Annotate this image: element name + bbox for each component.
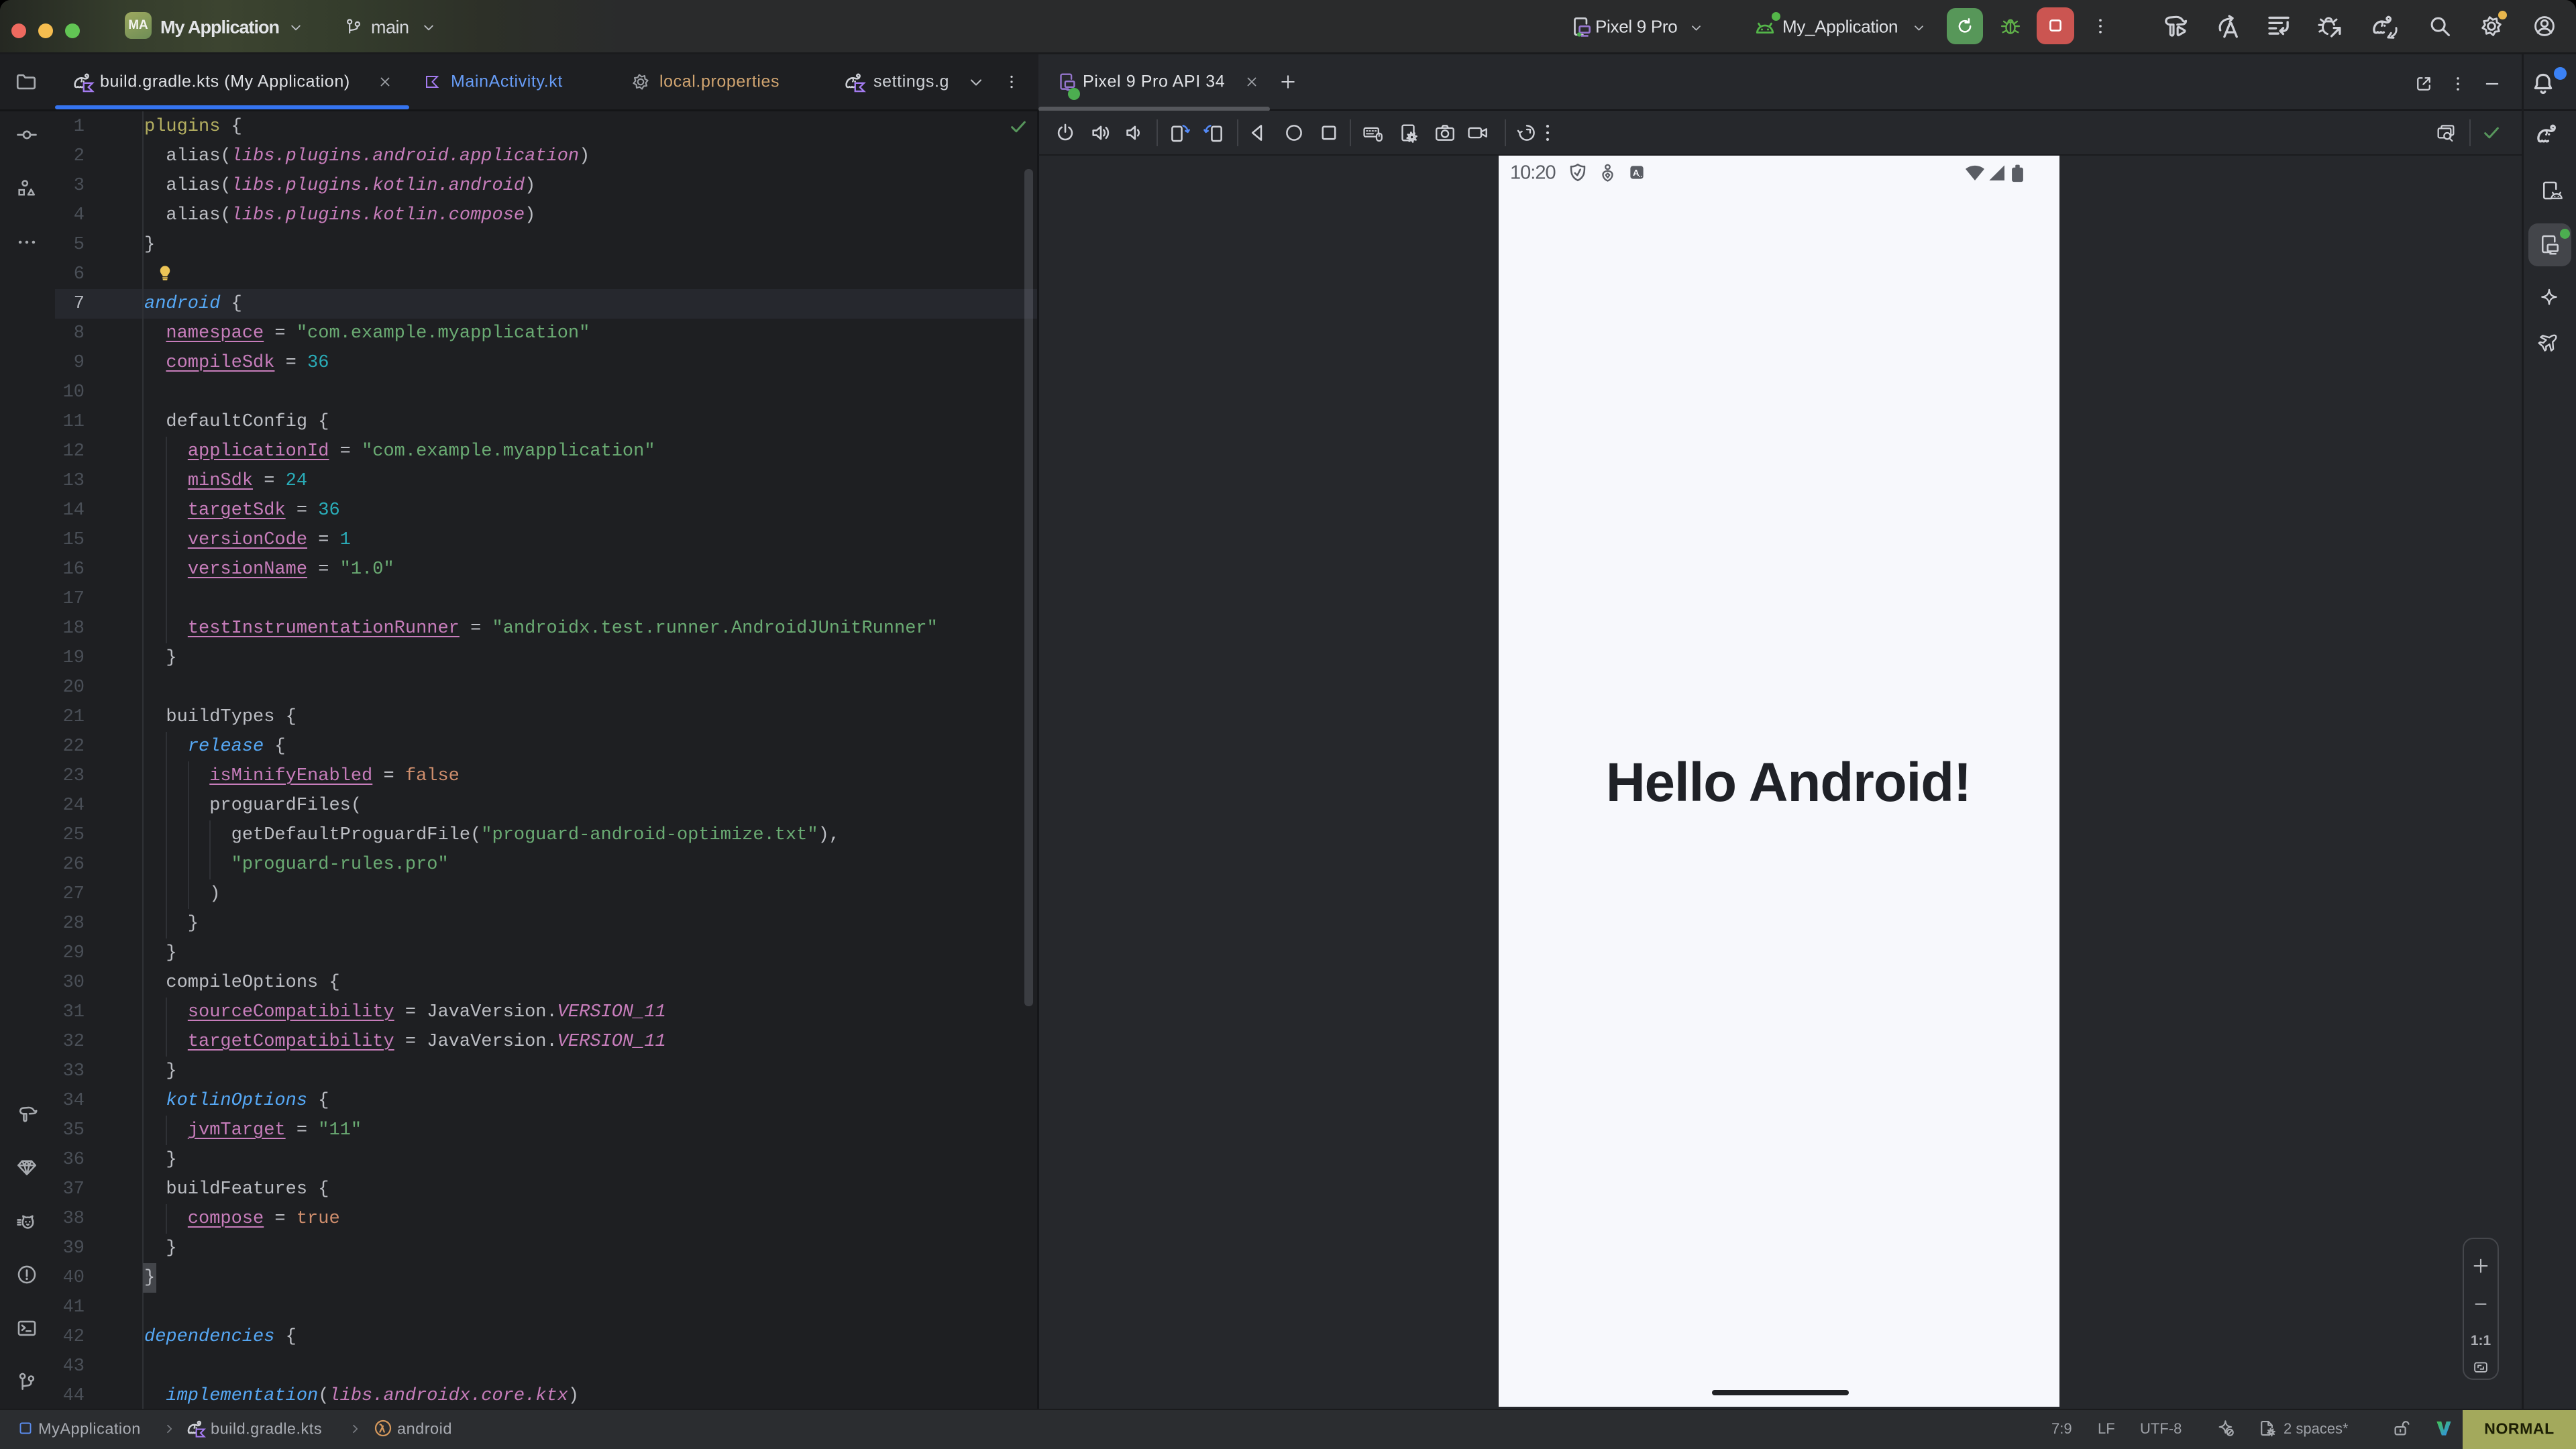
svg-text:A: A <box>1633 168 1640 178</box>
